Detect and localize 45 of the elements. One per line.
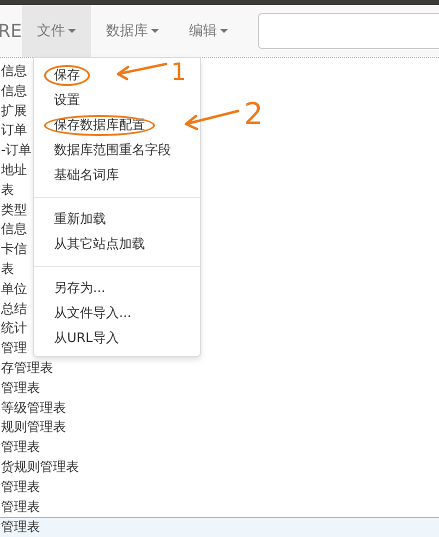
menu-tab[interactable]: 数据库 xyxy=(90,5,174,57)
list-item[interactable]: 表 xyxy=(0,180,14,201)
list-item[interactable]: 总结 xyxy=(0,300,27,320)
list-item[interactable]: 卡信 xyxy=(0,240,27,260)
list-item[interactable]: 规则管理表 xyxy=(0,418,66,438)
list-item[interactable]: 货规则管理表 xyxy=(0,458,79,478)
list-item[interactable]: 管理 xyxy=(0,339,27,359)
list-item[interactable]: 管理表 xyxy=(0,438,40,458)
arrow-annotation xyxy=(116,62,168,80)
menu-item[interactable]: 从其它站点加载 xyxy=(34,232,153,257)
list-item[interactable]: 信息 xyxy=(0,62,27,82)
search-field[interactable] xyxy=(258,13,439,49)
list-item[interactable]: 管理表 xyxy=(0,378,40,399)
list-item[interactable]: -订单 xyxy=(0,141,32,161)
arrow-annotation xyxy=(184,110,240,130)
annotation-number: 2 xyxy=(244,97,264,132)
list-item[interactable]: 管理表 xyxy=(0,517,439,537)
list-item[interactable]: 地址 xyxy=(0,160,27,181)
caret-icon xyxy=(68,29,76,33)
menu-tab[interactable]: 文件 xyxy=(22,5,91,57)
list-item[interactable]: 统计 xyxy=(0,319,27,340)
menu-item[interactable]: 重新加载 xyxy=(34,207,114,232)
list-item[interactable]: 管理表 xyxy=(0,478,40,498)
list-item[interactable]: 等级管理表 xyxy=(0,398,66,418)
list-item[interactable]: 信息 xyxy=(0,220,27,240)
list-item[interactable]: 单位 xyxy=(0,280,27,300)
menu-item[interactable]: 从URL导入 xyxy=(34,326,127,351)
list-item[interactable]: 表 xyxy=(0,260,14,280)
caret-icon xyxy=(150,29,159,33)
annotation-number: 1 xyxy=(171,58,186,86)
caret-icon xyxy=(220,29,228,33)
list-item[interactable]: 管理表 xyxy=(0,498,40,518)
menu-item[interactable]: 基础名词库 xyxy=(34,163,127,188)
list-item[interactable]: 订单 xyxy=(0,121,27,142)
menu-tab[interactable]: 编辑 xyxy=(174,5,243,57)
menu-item[interactable]: 保存 xyxy=(34,63,88,88)
menu-item[interactable]: 数据库范围重名字段 xyxy=(34,138,179,163)
list-item[interactable]: 存管理表 xyxy=(0,358,53,379)
menu-item[interactable]: 设置 xyxy=(34,88,88,113)
list-item[interactable]: 扩展 xyxy=(0,102,27,122)
list-item[interactable]: 类型 xyxy=(0,200,27,220)
brand[interactable]: RE xyxy=(0,5,22,57)
menu-item[interactable]: 另存为... xyxy=(34,276,114,301)
list-item[interactable]: 信息 xyxy=(0,82,27,102)
menu-item[interactable]: 从文件导入... xyxy=(34,301,140,326)
